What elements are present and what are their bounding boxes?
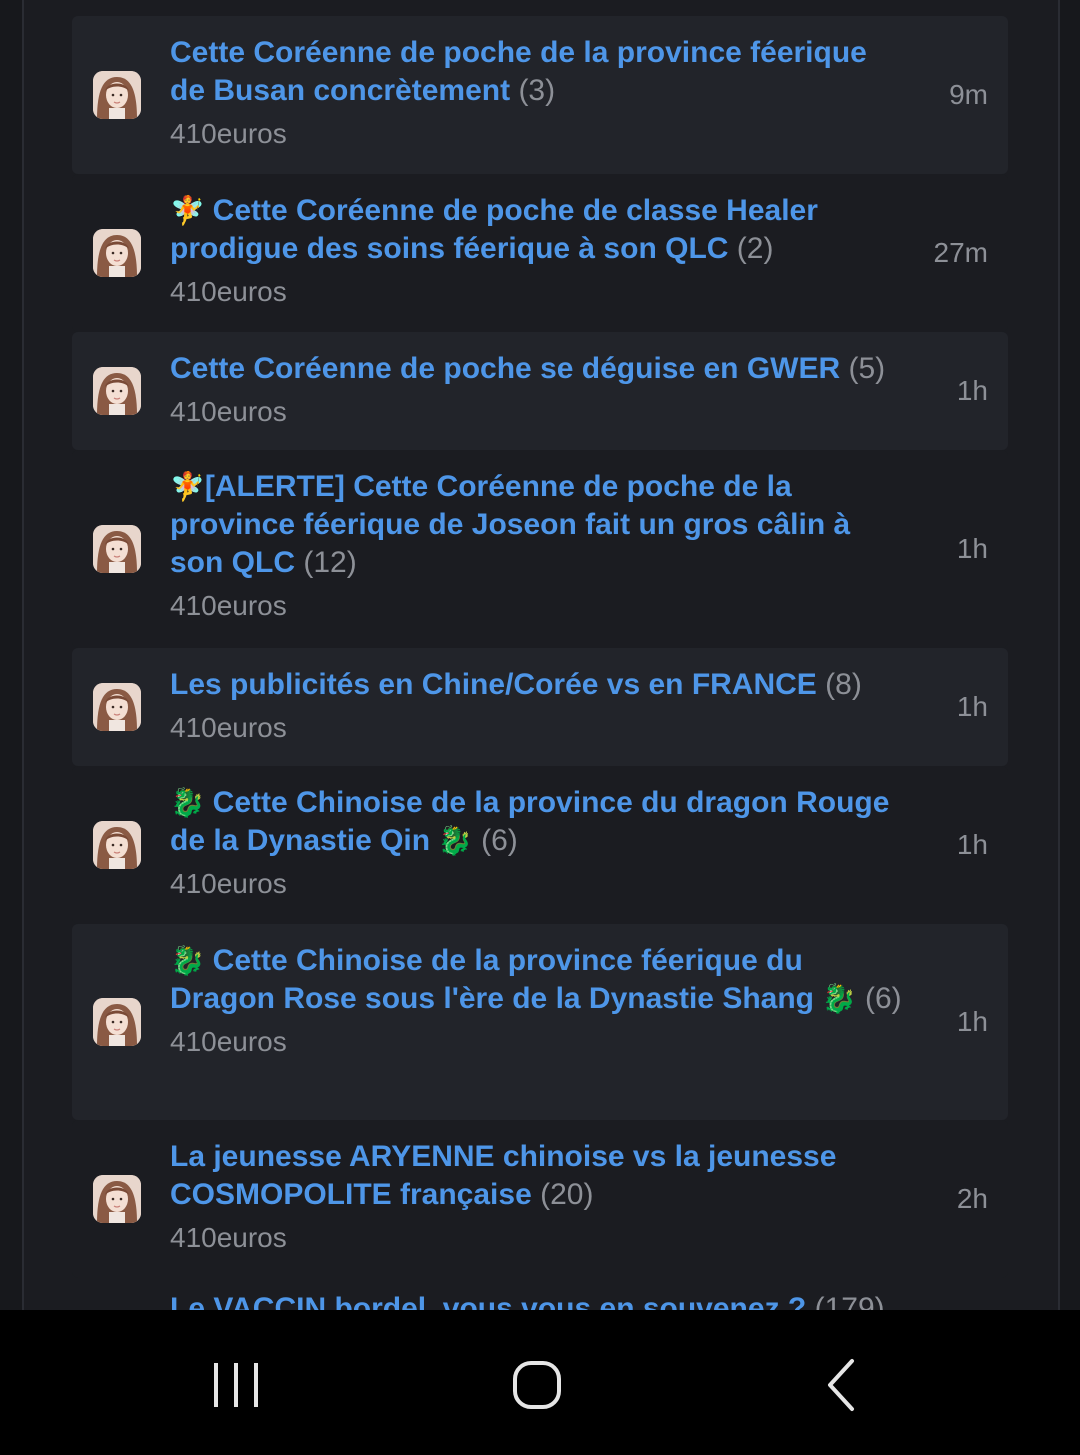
topic-title-link[interactable]: Le VACCIN bordel, vous vous en souvenez …: [170, 1292, 806, 1310]
topic-title[interactable]: Cette Coréenne de poche de la province f…: [170, 34, 908, 110]
topic-time: 2h: [956, 1183, 988, 1214]
author-name[interactable]: 410euros: [170, 588, 908, 624]
avatar[interactable]: [93, 525, 141, 573]
topic-time: 1h: [956, 533, 988, 564]
topic-row[interactable]: 🧚[ALERTE] Cette Coréenne de poche de la …: [72, 450, 1008, 648]
emoji-icon: 🐉: [430, 825, 473, 856]
topic-title[interactable]: 🐉 Cette Chinoise de la province du drago…: [170, 784, 908, 860]
author-name[interactable]: 410euros: [170, 866, 908, 902]
topic-row[interactable]: Cette Coréenne de poche de la province f…: [72, 16, 1008, 174]
avatar[interactable]: [93, 367, 141, 415]
avatar[interactable]: [93, 229, 141, 277]
reply-count: (12): [303, 546, 357, 579]
avatar[interactable]: [93, 821, 141, 869]
reply-count: (2): [736, 232, 774, 265]
topic-title[interactable]: 🧚[ALERTE] Cette Coréenne de poche de la …: [170, 468, 908, 582]
topic-time: 27m: [933, 237, 988, 268]
topic-title[interactable]: Cette Coréenne de poche se déguise en GW…: [170, 350, 908, 388]
topic-title-partial[interactable]: Le VACCIN bordel, vous vous en souvenez …: [170, 1290, 885, 1310]
emoji-icon: 🐉: [814, 983, 857, 1014]
author-name[interactable]: 410euros: [170, 1220, 908, 1256]
reply-count: (3): [518, 74, 556, 107]
reply-count: (20): [540, 1178, 594, 1211]
home-icon: [513, 1361, 561, 1409]
author-name[interactable]: 410euros: [170, 710, 908, 746]
topic-time: 1h: [956, 691, 988, 722]
author-name[interactable]: 410euros: [170, 116, 908, 152]
author-name[interactable]: 410euros: [170, 394, 908, 430]
topic-title-link[interactable]: [ALERTE] Cette Coréenne de poche de la p…: [170, 470, 850, 579]
topic-row[interactable]: Les publicités en Chine/Corée vs en FRAN…: [72, 648, 1008, 766]
recent-apps-icon: [214, 1363, 258, 1407]
avatar[interactable]: [93, 683, 141, 731]
topic-row[interactable]: La jeunesse ARYENNE chinoise vs la jeune…: [72, 1120, 1008, 1278]
author-name[interactable]: 410euros: [170, 1024, 908, 1060]
reply-count: (6): [865, 982, 902, 1015]
topic-row[interactable]: Cette Coréenne de poche se déguise en GW…: [72, 332, 1008, 450]
topic-time: 1h: [956, 1006, 988, 1037]
topic-title[interactable]: Les publicités en Chine/Corée vs en FRAN…: [170, 666, 908, 704]
system-navigation-bar: [0, 1310, 1080, 1455]
recent-apps-button[interactable]: [196, 1355, 276, 1415]
reply-count: (5): [848, 352, 886, 385]
topic-title-link[interactable]: Les publicités en Chine/Corée vs en FRAN…: [170, 668, 817, 701]
topic-title-link[interactable]: Cette Chinoise de la province du dragon …: [170, 786, 889, 857]
topic-title-link[interactable]: La jeunesse ARYENNE chinoise vs la jeune…: [170, 1140, 836, 1211]
topic-title-link[interactable]: Cette Coréenne de poche se déguise en GW…: [170, 352, 840, 385]
topic-row[interactable]: 🧚 Cette Coréenne de poche de classe Heal…: [72, 174, 1008, 332]
topic-row[interactable]: 🐉 Cette Chinoise de la province féerique…: [72, 924, 1008, 1120]
back-button[interactable]: [800, 1355, 880, 1415]
topic-title-link[interactable]: Cette Coréenne de poche de classe Healer…: [170, 194, 818, 265]
emoji-icon: 🐉: [170, 945, 213, 976]
topic-row[interactable]: 🐉 Cette Chinoise de la province du drago…: [72, 766, 1008, 924]
topic-title-link[interactable]: Cette Chinoise de la province féerique d…: [170, 944, 814, 1015]
topic-time: 9m: [949, 79, 988, 110]
back-icon: [828, 1359, 854, 1411]
topic-title[interactable]: 🐉 Cette Chinoise de la province féerique…: [170, 942, 908, 1018]
reply-count: (8): [825, 668, 862, 701]
topic-time: 1h: [956, 375, 988, 406]
avatar[interactable]: [93, 1175, 141, 1223]
avatar[interactable]: [93, 71, 141, 119]
home-button[interactable]: [497, 1355, 577, 1415]
topic-time: 1h: [956, 829, 988, 860]
author-name[interactable]: 410euros: [170, 274, 908, 310]
topic-list: Cette Coréenne de poche de la province f…: [72, 16, 1008, 1278]
avatar[interactable]: [93, 998, 141, 1046]
emoji-icon: 🧚: [170, 471, 205, 502]
emoji-icon: 🐉: [170, 787, 213, 818]
screen: Cette Coréenne de poche de la province f…: [0, 0, 1080, 1455]
emoji-icon: 🧚: [170, 195, 213, 226]
topic-title[interactable]: 🧚 Cette Coréenne de poche de classe Heal…: [170, 192, 908, 268]
topic-title[interactable]: La jeunesse ARYENNE chinoise vs la jeune…: [170, 1138, 908, 1214]
reply-count: (6): [481, 824, 518, 857]
reply-count: (179): [814, 1292, 885, 1310]
topic-list-view: Cette Coréenne de poche de la province f…: [0, 0, 1080, 1310]
